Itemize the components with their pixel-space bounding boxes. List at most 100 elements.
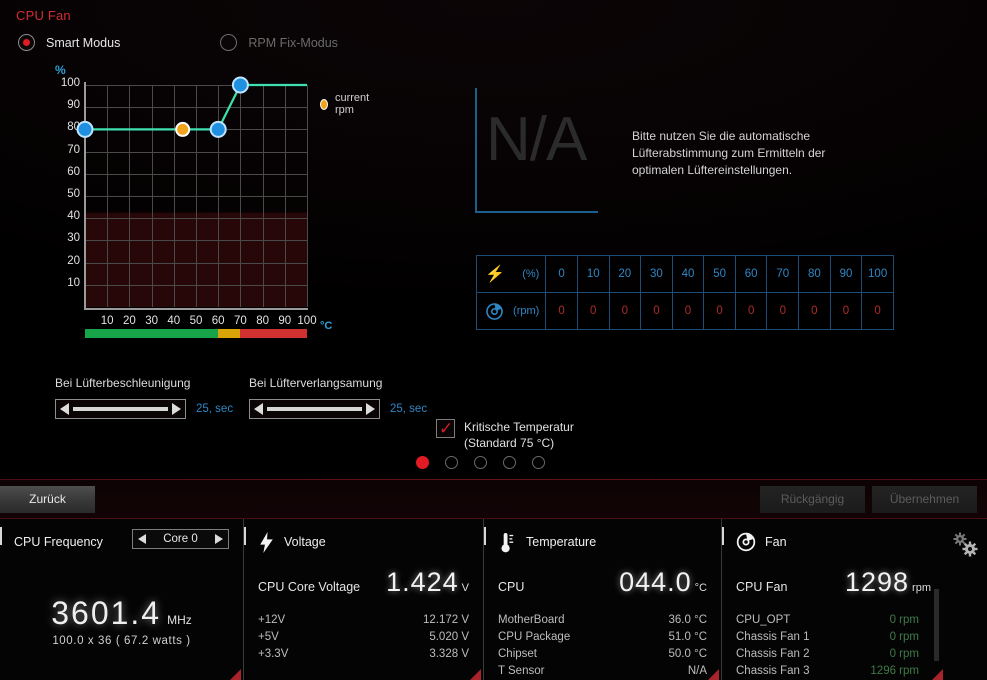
thermometer-icon xyxy=(498,532,517,553)
voltage-rail-list: +12V 12.172 V +5V 5.020 V +3.3V 3.328 V xyxy=(258,612,469,663)
temperature-bar-segment xyxy=(85,329,219,338)
chart-x-tick-label: 60 xyxy=(211,315,225,327)
critical-temperature-line1: Kritische Temperatur xyxy=(464,420,574,434)
cpu-frequency-title: CPU Frequency xyxy=(14,535,103,549)
fan-curve-line[interactable] xyxy=(76,76,307,307)
fan-title: Fan xyxy=(765,535,787,549)
fan-name: Chassis Fan 1 xyxy=(736,631,810,643)
cpu-fan-label: CPU Fan xyxy=(736,580,788,594)
cpu-temperature-value: 044.0 xyxy=(619,567,692,597)
gear-icon[interactable] xyxy=(951,531,981,561)
rail-name: +5V xyxy=(258,631,279,643)
apply-button[interactable]: Übernehmen xyxy=(872,486,977,513)
fan-name: CPU_OPT xyxy=(736,614,791,626)
sensor-value: N/A xyxy=(687,665,707,677)
arrow-right-icon[interactable] xyxy=(215,534,223,544)
page-dot[interactable] xyxy=(503,456,516,469)
fan-spindown-slider[interactable] xyxy=(249,399,380,419)
hardware-monitor-bar: CPU Frequency Core 0 3601.4 MHz 100.0 x 3… xyxy=(0,519,987,680)
fan-list-scrollbar[interactable] xyxy=(934,589,939,661)
table-cell: 0 xyxy=(671,292,705,330)
curve-handle[interactable] xyxy=(231,76,249,94)
list-item: CPU Package 51.0 °C xyxy=(498,629,707,646)
bolt-icon: ⚡ xyxy=(485,266,505,283)
list-item: +12V 12.172 V xyxy=(258,612,469,629)
rail-name: +12V xyxy=(258,614,286,626)
arrow-right-icon[interactable] xyxy=(172,403,181,415)
cpu-frequency-panel: CPU Frequency Core 0 3601.4 MHz 100.0 x 3… xyxy=(0,519,243,680)
arrow-left-icon[interactable] xyxy=(138,534,146,544)
fan-icon xyxy=(736,532,756,552)
arrow-right-icon[interactable] xyxy=(366,403,375,415)
sensor-name: Chipset xyxy=(498,648,537,660)
fan-curve-chart[interactable]: % °C 10 20 30 40 50 60 70 80 90 100 10 20 30 40 50 60 7… xyxy=(0,60,369,350)
critical-temperature-label: Kritische Temperatur (Standard 75 °C) xyxy=(464,419,574,451)
rail-value: 5.020 V xyxy=(429,631,469,643)
table-cell: 70 xyxy=(766,255,800,293)
checkbox-box[interactable]: ✓ xyxy=(436,419,455,438)
settings-gear-area[interactable] xyxy=(945,519,987,680)
table-cell: 0 xyxy=(734,292,768,330)
sensor-value: 36.0 °C xyxy=(668,614,707,626)
check-icon: ✓ xyxy=(439,419,454,438)
cpu-core-voltage-value: 1.424 xyxy=(386,567,459,597)
corner-accent xyxy=(230,669,241,680)
rail-value: 3.328 V xyxy=(429,648,469,660)
fan-value: 0 rpm xyxy=(889,631,919,643)
rail-value: 12.172 V xyxy=(422,614,469,626)
radio-smart-mode-label: Smart Modus xyxy=(46,35,121,50)
back-button[interactable]: Zurück xyxy=(0,486,95,513)
na-value: N/A xyxy=(486,105,587,174)
table-cell: 0 xyxy=(545,292,578,330)
fan-spinup-slider[interactable] xyxy=(55,399,186,419)
chart-x-tick-label: 90 xyxy=(278,315,292,327)
table-cell: 0 xyxy=(640,292,673,330)
page-dot[interactable] xyxy=(474,456,487,469)
list-item: T Sensor N/A xyxy=(498,663,707,680)
temperature-bar-segment xyxy=(218,329,241,338)
page-dot[interactable] xyxy=(445,456,458,469)
page-dot[interactable] xyxy=(416,456,429,469)
fan-value: 1296 rpm xyxy=(870,665,919,677)
slider-track[interactable] xyxy=(267,407,362,411)
table-cell: 60 xyxy=(734,255,768,293)
arrow-left-icon[interactable] xyxy=(254,403,263,415)
page-indicator-dots[interactable] xyxy=(416,456,561,469)
list-item: Chipset 50.0 °C xyxy=(498,646,707,663)
cpu-frequency-unit: MHz xyxy=(167,613,192,627)
table-cell: 90 xyxy=(829,255,863,293)
duty-rpm-table: ⚡ (%) 0 10 20 30 40 50 60 70 80 90 100 (… xyxy=(475,255,894,330)
table-cell: 0 xyxy=(576,292,610,330)
cpu-temperature-label: CPU xyxy=(498,580,525,594)
table-cell: 0 xyxy=(608,292,642,330)
radio-rpm-fix-mode[interactable]: RPM Fix-Modus xyxy=(220,34,338,51)
list-item: Chassis Fan 1 0 rpm xyxy=(736,629,919,646)
fan-spinup-label: Bei Lüfterbeschleunigung xyxy=(55,376,191,390)
chart-x-tick-label: 20 xyxy=(122,315,136,327)
radio-selected-dot xyxy=(23,39,30,46)
sensor-name: MotherBoard xyxy=(498,614,565,626)
table-cell: 80 xyxy=(798,255,831,293)
critical-temperature-checkbox[interactable]: ✓ Kritische Temperatur (Standard 75 °C) xyxy=(436,419,574,451)
sensor-value: 51.0 °C xyxy=(668,631,707,643)
corner-accent xyxy=(470,669,481,680)
cpu-temperature-unit: °C xyxy=(694,582,707,594)
curve-handle[interactable] xyxy=(209,120,227,138)
core-selector[interactable]: Core 0 xyxy=(132,529,229,549)
table-cell: 20 xyxy=(608,255,642,293)
list-item: +5V 5.020 V xyxy=(258,629,469,646)
voltage-title: Voltage xyxy=(284,535,326,549)
undo-button[interactable]: Rückgängig xyxy=(760,486,865,513)
curve-path xyxy=(85,83,307,131)
temperature-sensor-list: MotherBoard 36.0 °C CPU Package 51.0 °C Ch… xyxy=(498,612,707,680)
radio-smart-mode-icon xyxy=(18,34,35,51)
radio-smart-mode[interactable]: Smart Modus xyxy=(18,34,120,51)
autotune-hint-text: Bitte nutzen Sie die automatische Lüfter… xyxy=(632,129,826,177)
sensor-name: CPU Package xyxy=(498,631,571,643)
cpu-fan-value: 1298 xyxy=(844,567,910,597)
curve-handle[interactable] xyxy=(76,120,94,138)
slider-track[interactable] xyxy=(73,407,168,411)
page-dot[interactable] xyxy=(532,456,545,469)
arrow-left-icon[interactable] xyxy=(60,403,69,415)
fan-icon xyxy=(486,302,503,320)
